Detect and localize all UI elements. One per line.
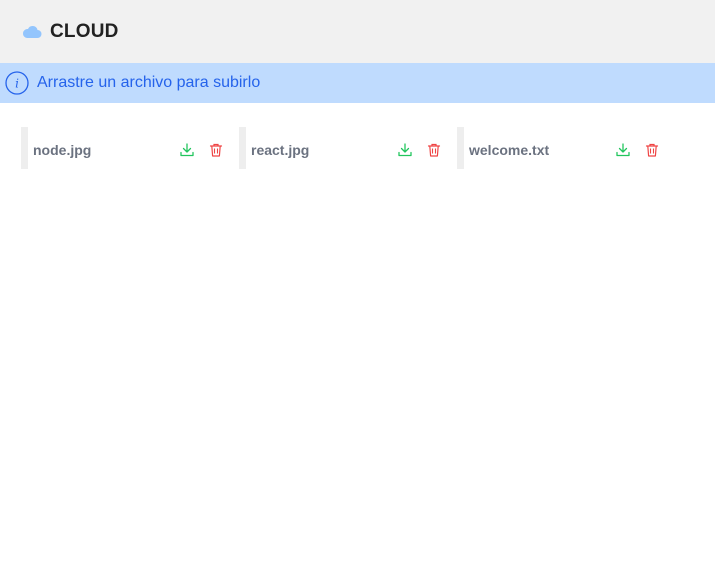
download-icon[interactable] [179,142,195,158]
svg-text:i: i [15,77,19,91]
file-item-accent [239,127,246,169]
trash-icon[interactable] [426,142,442,158]
file-item-accent [457,127,464,169]
file-name: node.jpg [33,142,92,158]
app-header: CLOUD [0,0,715,63]
file-name: react.jpg [251,142,310,158]
trash-icon[interactable] [208,142,224,158]
upload-banner[interactable]: i Arrastre un archivo para subirlo [0,63,715,103]
app-title: CLOUD [50,21,119,42]
download-icon[interactable] [615,142,631,158]
cloud-icon [22,25,42,39]
file-name: welcome.txt [469,142,550,158]
file-item-accent [21,127,28,169]
file-list: node.jpg react.jpg welcome.txt [21,127,675,169]
download-icon[interactable] [397,142,413,158]
file-item: node.jpg [21,127,231,169]
file-item: welcome.txt [457,127,667,169]
trash-icon[interactable] [644,142,660,158]
file-item: react.jpg [239,127,449,169]
info-icon: i [5,71,29,95]
brand: CLOUD [22,20,119,44]
upload-message: Arrastre un archivo para subirlo [37,74,261,91]
